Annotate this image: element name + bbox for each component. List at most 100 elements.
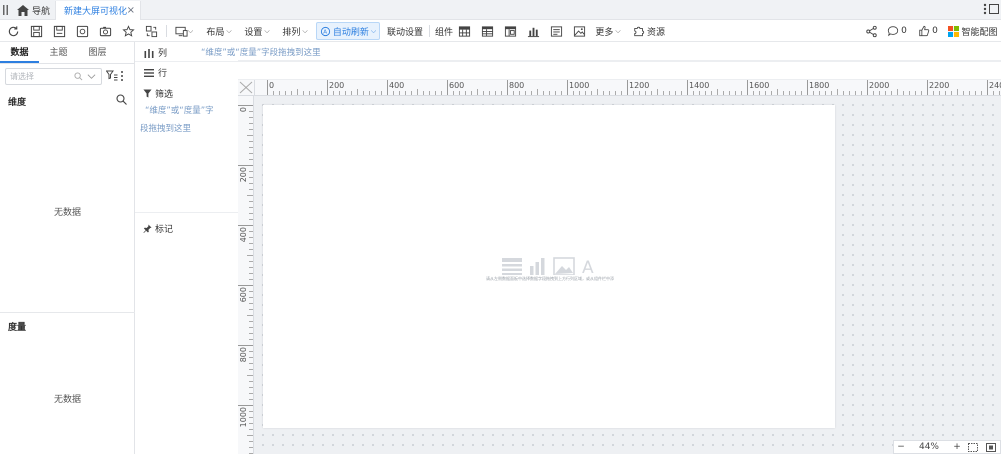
like-button[interactable]: 0 [917, 22, 939, 40]
more-vertical-icon[interactable] [120, 70, 124, 82]
ruler-h-minor-tick [279, 91, 280, 95]
share-button[interactable] [864, 22, 878, 40]
tab-data[interactable]: 数据 [0, 42, 39, 63]
toolbar-divider [429, 25, 430, 37]
zoom-out-button[interactable]: − [894, 442, 908, 452]
ruler-h-minor-tick [609, 91, 610, 95]
convert-button[interactable] [144, 22, 159, 40]
ruler-v-minor-tick [249, 303, 253, 304]
dataset-select[interactable]: 请选择 [5, 68, 102, 85]
save-icon [30, 25, 43, 37]
ruler-h-minor-tick [969, 91, 970, 95]
zoom-level[interactable]: 44% [908, 442, 950, 452]
ruler-v-minor-tick [249, 213, 253, 214]
comment-button[interactable]: 0 [886, 22, 908, 40]
rows-icon [144, 68, 154, 77]
save-button[interactable] [29, 22, 44, 40]
ruler-v-minor-tick [249, 219, 253, 220]
tab-layer[interactable]: 图层 [78, 42, 117, 63]
ruler-h-minor-tick [345, 91, 346, 95]
preview-button[interactable] [75, 22, 90, 40]
ruler-v-minor-tick [249, 153, 253, 154]
favorite-button[interactable] [121, 22, 136, 40]
auto-refresh-button[interactable]: A 自动刷新 ⌵ [316, 22, 380, 40]
filter-icon [143, 89, 152, 98]
device-button[interactable]: ⌵ [173, 22, 195, 40]
save-as-button[interactable] [52, 22, 67, 40]
ruler-h-label: 2200 [929, 81, 950, 90]
ruler-v-minor-tick [249, 441, 253, 442]
ruler-v-minor-tick [247, 255, 253, 256]
columns-dropzone[interactable] [238, 42, 1001, 61]
arrange-menu[interactable]: 排列 ⌵ [282, 22, 308, 40]
ruler-h-major-tick [867, 80, 868, 95]
rows-dropzone[interactable] [238, 61, 1001, 80]
filter-list-icon[interactable] [106, 70, 118, 82]
tab-theme[interactable]: 主题 [39, 42, 78, 63]
chevron-down-icon: ⌵ [264, 26, 270, 35]
smart-map-button[interactable]: 智能配图 [948, 22, 998, 40]
filter-label: 筛选 [155, 90, 174, 100]
ruler-v-label: 200 [239, 167, 248, 183]
arrange-label: 排列 [282, 27, 301, 38]
more-vertical-icon[interactable] [983, 3, 987, 15]
mark-shelf-label[interactable]: 标记 [143, 222, 173, 235]
ruler-h-minor-tick [549, 91, 550, 95]
ruler-h-major-tick [807, 80, 808, 95]
refresh-button[interactable] [6, 22, 21, 40]
pivot-table-component-button[interactable] [480, 22, 494, 40]
search-icon[interactable] [116, 94, 127, 105]
ruler-h-minor-tick [285, 91, 286, 95]
settings-label: 设置 [244, 27, 263, 38]
ruler-h-minor-tick [729, 91, 730, 95]
layout-menu[interactable]: 布局 ⌵ [206, 22, 232, 40]
ruler-h-minor-tick [891, 91, 892, 95]
ruler-h-minor-tick [531, 91, 532, 95]
fullscreen-button[interactable] [982, 442, 1000, 452]
ruler-v-minor-tick [249, 393, 253, 394]
zoom-in-button[interactable]: + [950, 442, 964, 452]
ruler-h-minor-tick [519, 91, 520, 95]
table-icon [458, 25, 470, 37]
ruler-v-minor-tick [249, 369, 253, 370]
tab-bar: 导航 新建大屏可视化 × [0, 0, 1001, 20]
ruler-h-major-tick [267, 80, 268, 95]
ruler-h-minor-tick [963, 91, 964, 95]
smart-map-icon [948, 25, 960, 37]
table-component-button[interactable] [457, 22, 471, 40]
refresh-icon [8, 25, 19, 36]
tab-new-dashboard[interactable]: 新建大屏可视化 × [55, 1, 141, 20]
drag-grip-icon[interactable] [3, 5, 9, 15]
fit-screen-button[interactable] [964, 442, 982, 452]
data-panel: 数据 主题 图层 请选择 维度 无数据 度量 无数据 [0, 42, 135, 454]
ruler-h-minor-tick [765, 91, 766, 95]
image-component-button[interactable] [572, 22, 586, 40]
linkage-settings-button[interactable]: 联动设置 [386, 22, 424, 40]
puzzle-icon [634, 26, 645, 37]
ruler-h-minor-tick [597, 89, 598, 95]
ruler-v-minor-tick [249, 231, 253, 232]
ruler-h-major-tick [387, 80, 388, 95]
ruler-h-minor-tick [801, 91, 802, 95]
chart-component-button[interactable] [526, 22, 540, 40]
settings-menu[interactable]: 设置 ⌵ [244, 22, 270, 40]
ruler-v-minor-tick [249, 357, 253, 358]
screenshot-button[interactable] [98, 22, 113, 40]
close-tab-icon[interactable]: × [127, 5, 135, 16]
ruler-h-minor-tick [711, 91, 712, 95]
ruler-v-minor-tick [249, 411, 253, 412]
ruler-v-minor-tick [247, 375, 253, 376]
maximize-icon[interactable] [989, 4, 999, 14]
ruler-h-major-tick [447, 80, 448, 95]
ruler-v-minor-tick [249, 261, 253, 262]
ruler-h-minor-tick [915, 91, 916, 95]
text-component-button[interactable] [549, 22, 563, 40]
more-menu[interactable]: 更多 ⌵ [594, 22, 622, 40]
nav-tab[interactable]: 导航 [17, 3, 50, 17]
resources-button[interactable]: 资源 [633, 22, 665, 40]
ruler-h-minor-tick [309, 91, 310, 95]
crosstab-icon [504, 25, 516, 37]
ruler-v-major-tick [238, 345, 253, 346]
crosstab-component-button[interactable] [503, 22, 517, 40]
ruler-h-minor-tick [621, 91, 622, 95]
